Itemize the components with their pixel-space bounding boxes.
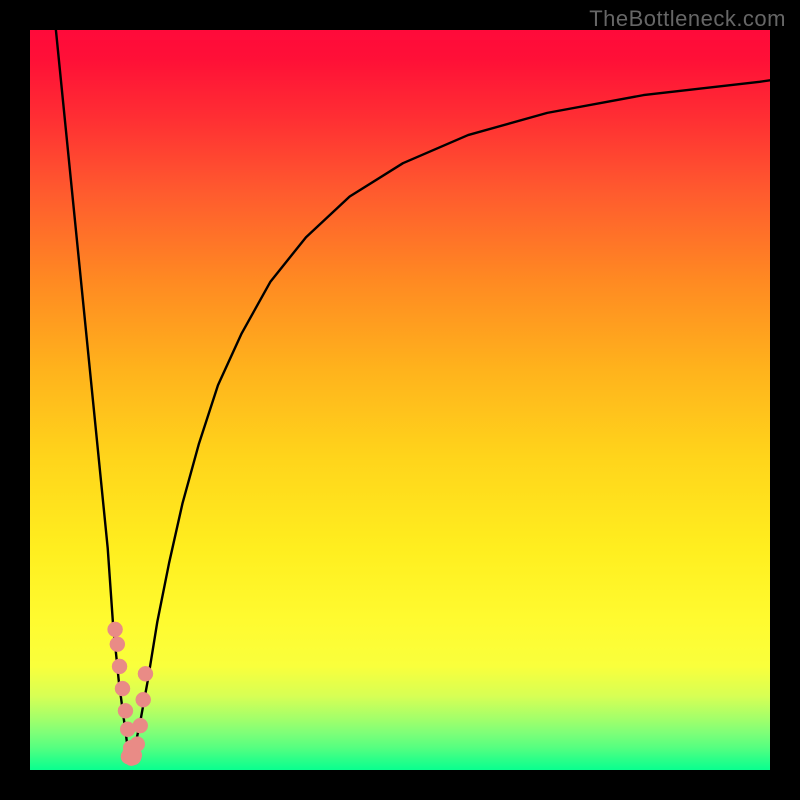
marker-dot <box>110 637 125 652</box>
marker-dot <box>118 703 133 718</box>
marker-dot <box>126 750 141 765</box>
marker-group <box>108 622 153 766</box>
marker-dot <box>112 659 127 674</box>
watermark-text: TheBottleneck.com <box>589 6 786 32</box>
marker-dot <box>115 681 130 696</box>
marker-dot <box>108 622 123 637</box>
curve-layer <box>30 30 770 770</box>
marker-dot <box>133 718 148 733</box>
plot-area <box>30 30 770 770</box>
chart-frame: TheBottleneck.com <box>0 0 800 800</box>
marker-dot <box>136 692 151 707</box>
curve-right-branch <box>132 80 770 759</box>
marker-dot <box>138 666 153 681</box>
